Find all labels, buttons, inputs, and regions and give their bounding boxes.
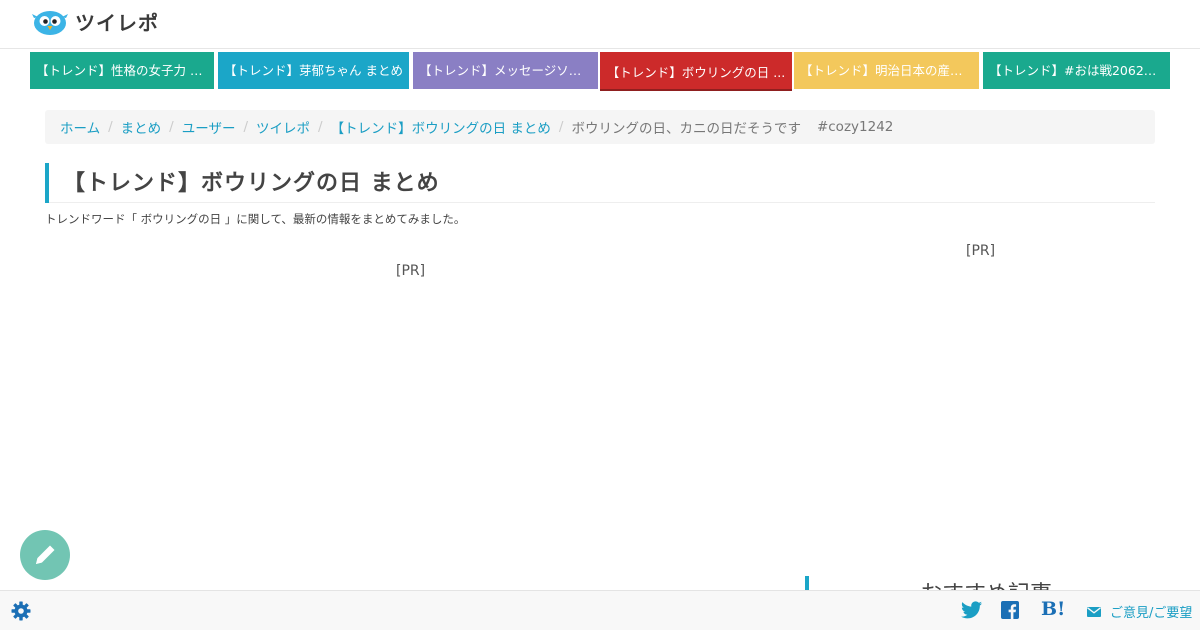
site-logo-text: ツイレポ (75, 11, 159, 35)
bottom-toolbar: B! ご意見/ご要望 (0, 590, 1200, 630)
trend-tab-1[interactable]: 【トレンド】性格の女子力 ま... (30, 52, 214, 89)
breadcrumb-separator: / (108, 119, 113, 135)
breadcrumb-separator: / (558, 119, 564, 135)
page-title-block: 【トレンド】ボウリングの日 まとめ (45, 163, 1155, 203)
twitter-icon[interactable] (961, 601, 982, 619)
page-description: トレンドワード「 ボウリングの日 」に関して、最新の情報をまとめてみました。 (45, 212, 466, 226)
trend-tab-2[interactable]: 【トレンド】芽郁ちゃん まとめ (218, 52, 409, 89)
trend-tab-4-active[interactable]: 【トレンド】ボウリングの日 ... (600, 52, 792, 91)
bird-logo-icon (32, 10, 68, 35)
trend-tabs: 【トレンド】性格の女子力 ま... 【トレンド】芽郁ちゃん まとめ 【トレンド】… (30, 52, 1170, 92)
gear-icon[interactable] (11, 601, 31, 621)
hatena-bookmark-icon[interactable]: B! (1041, 598, 1065, 620)
breadcrumb-category-link[interactable]: 【トレンド】ボウリングの日 まとめ (331, 117, 551, 137)
trend-tab-3[interactable]: 【トレンド】メッセージソン... (413, 52, 598, 89)
feedback-link[interactable]: ご意見/ご要望 (1087, 602, 1192, 621)
trend-tab-6[interactable]: 【トレンド】#おは戦20622jg ... (983, 52, 1170, 89)
pr-label-right: [PR] (966, 243, 996, 259)
pr-label-left: [PR] (396, 263, 426, 279)
edit-button[interactable] (20, 530, 70, 580)
breadcrumb: ホーム / まとめ / ユーザー / ツイレポ / 【トレンド】ボウリングの日 … (45, 110, 1155, 144)
title-accent-bar (45, 163, 49, 203)
breadcrumb-tsuirepo-link[interactable]: ツイレポ (256, 117, 310, 137)
breadcrumb-matome-link[interactable]: まとめ (121, 117, 162, 137)
trend-tab-5[interactable]: 【トレンド】明治日本の産業... (794, 52, 979, 89)
breadcrumb-hashtag: #cozy1242 (816, 119, 894, 135)
feedback-label: ご意見/ご要望 (1110, 606, 1193, 621)
pencil-icon (36, 545, 55, 564)
page-title: 【トレンド】ボウリングの日 まとめ (63, 171, 440, 196)
breadcrumb-separator: / (318, 119, 323, 135)
breadcrumb-home-link[interactable]: ホーム (60, 117, 100, 137)
breadcrumb-current: ボウリングの日、カニの日だそうです (571, 121, 801, 137)
breadcrumb-separator: / (169, 119, 174, 135)
facebook-icon[interactable] (1001, 601, 1019, 619)
mail-icon (1087, 606, 1101, 617)
site-logo[interactable]: ツイレポ (32, 7, 159, 36)
breadcrumb-separator: / (243, 119, 249, 135)
site-header: ツイレポ (0, 0, 1200, 49)
breadcrumb-user-link[interactable]: ユーザー (182, 117, 236, 137)
